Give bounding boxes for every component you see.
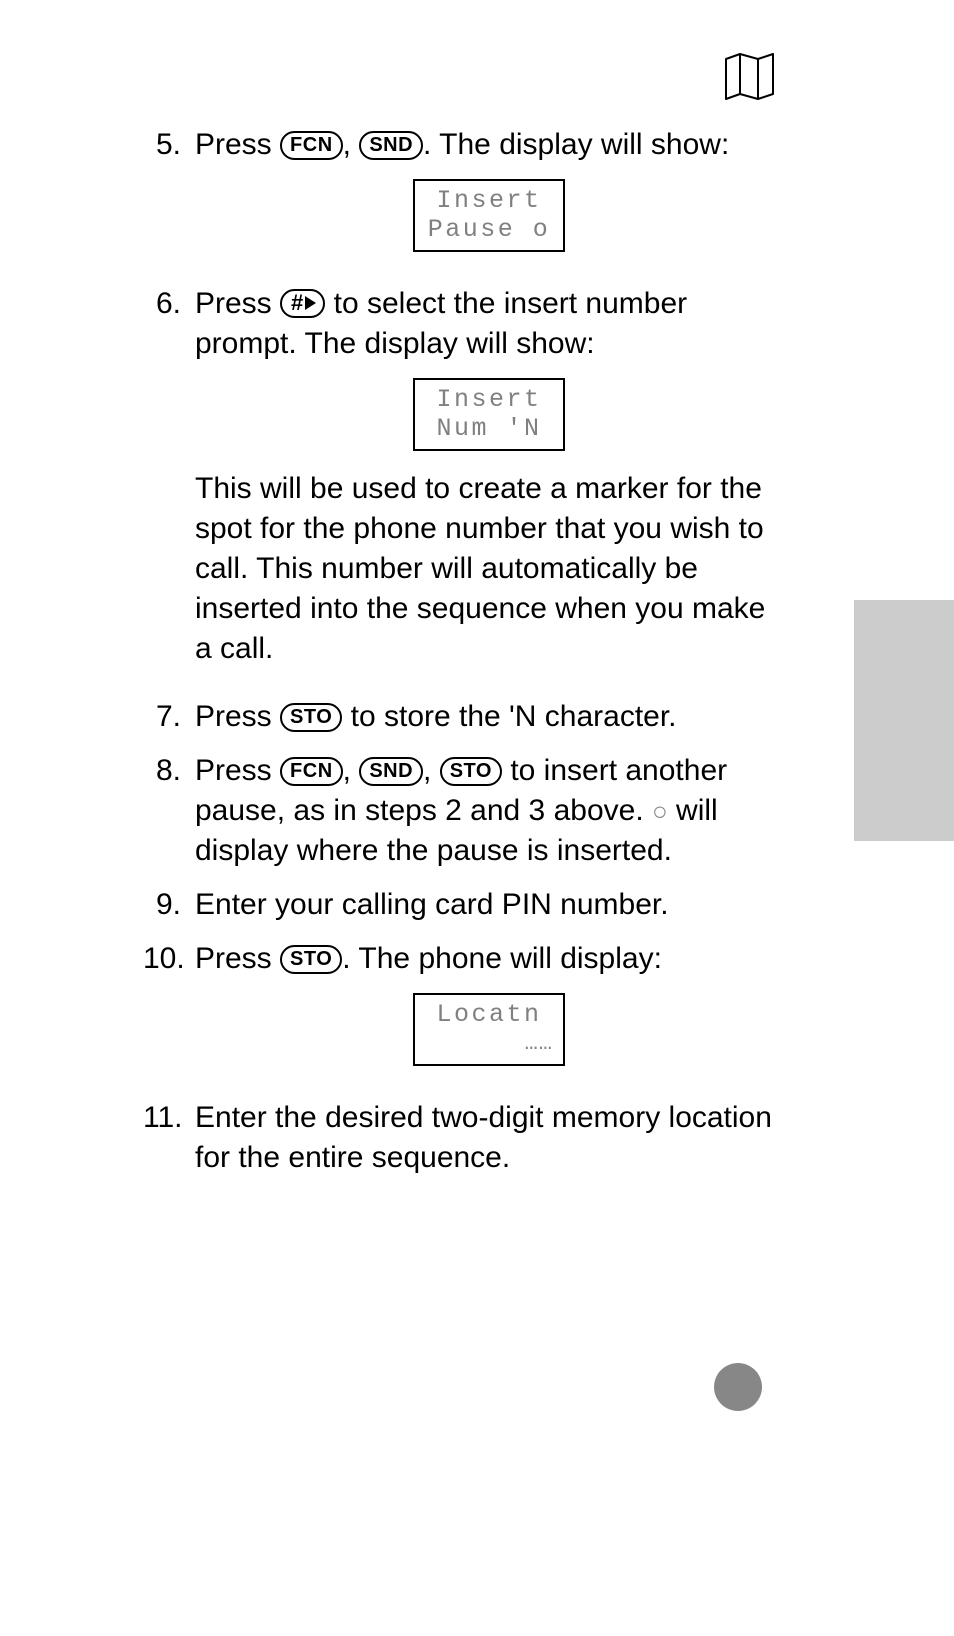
step-6: 6. Press # to select the insert number p… [143, 284, 783, 683]
step-11: 11. Enter the desired two-digit memory l… [143, 1098, 783, 1178]
map-icon [723, 50, 776, 108]
step-body: Press STO. The phone will display: Locat… [195, 939, 783, 1084]
step-10: 10. Press STO. The phone will display: L… [143, 939, 783, 1084]
key-hash: # [280, 289, 325, 318]
phone-display: Insert Pause o [413, 179, 565, 252]
text: Press [195, 287, 280, 320]
step-number: 8. [143, 751, 195, 871]
display-line-1: Insert [415, 385, 563, 414]
key-sto: STO [280, 945, 342, 974]
page-number-dot [714, 1363, 762, 1411]
text: , [423, 754, 440, 787]
step-number: 6. [143, 284, 195, 683]
paragraph: This will be used to create a marker for… [195, 469, 783, 669]
step-body: Press STO to store the 'N character. [195, 697, 783, 737]
display-line-2: …… [415, 1029, 563, 1058]
hash-label: # [291, 291, 303, 315]
text: . The phone will display: [342, 942, 662, 975]
pause-dot-char: ○ [652, 796, 668, 826]
display-line-1: Insert [415, 186, 563, 215]
text: , [343, 128, 360, 161]
text: Press [195, 942, 280, 975]
step-body: Enter your calling card PIN number. [195, 885, 783, 925]
step-number: 9. [143, 885, 195, 925]
step-body: Press # to select the insert number prom… [195, 284, 783, 683]
key-sto: STO [440, 757, 502, 786]
step-number: 5. [143, 125, 195, 270]
step-9: 9. Enter your calling card PIN number. [143, 885, 783, 925]
text: Press [195, 128, 280, 161]
text: Press [195, 754, 280, 787]
step-body: Enter the desired two-digit memory locat… [195, 1098, 783, 1178]
step-number: 10. [143, 939, 195, 1084]
text: Enter your calling card PIN number. [195, 888, 669, 921]
text: Enter the desired two-digit memory locat… [195, 1101, 772, 1174]
page-content: 5. Press FCN, SND. The display will show… [143, 125, 783, 1192]
key-fcn: FCN [280, 131, 343, 160]
display-line-2: Num 'N [415, 414, 563, 443]
display-line-2: Pause o [415, 215, 563, 244]
key-snd: SND [359, 131, 423, 160]
phone-display: Insert Num 'N [413, 378, 565, 451]
step-5: 5. Press FCN, SND. The display will show… [143, 125, 783, 270]
key-snd: SND [359, 757, 423, 786]
page-thumb-tab [854, 600, 954, 841]
step-8: 8. Press FCN, SND, STO to insert another… [143, 751, 783, 871]
step-body: Press FCN, SND. The display will show: I… [195, 125, 783, 270]
text: Press [195, 700, 280, 733]
key-fcn: FCN [280, 757, 343, 786]
key-sto: STO [280, 703, 342, 732]
step-body: Press FCN, SND, STO to insert another pa… [195, 751, 783, 871]
text: . The display will show: [423, 128, 729, 161]
step-number: 7. [143, 697, 195, 737]
arrow-right-icon [305, 296, 316, 310]
step-7: 7. Press STO to store the 'N character. [143, 697, 783, 737]
display-line-1: Locatn [415, 1000, 563, 1029]
text: to store the 'N character. [342, 700, 676, 733]
text: , [343, 754, 360, 787]
step-number: 11. [143, 1098, 195, 1178]
phone-display: Locatn …… [413, 993, 565, 1066]
